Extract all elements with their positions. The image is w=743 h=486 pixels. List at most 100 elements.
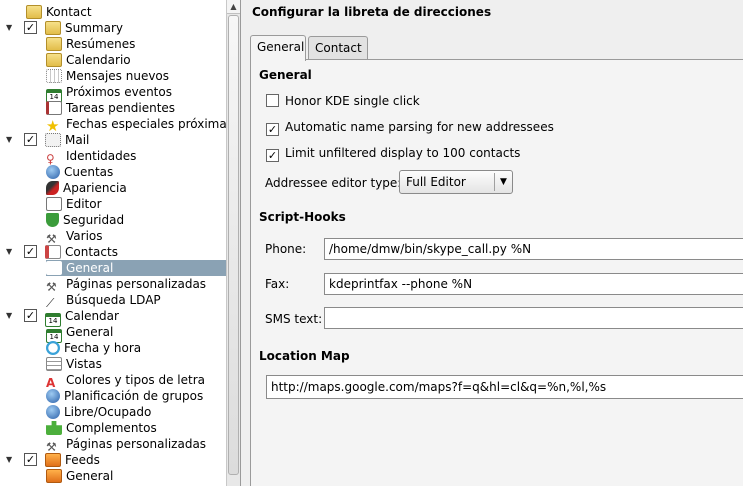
tree-item[interactable]: ⟋ Búsqueda LDAP [0,292,226,310]
tree-item[interactable]: Fecha y hora [0,340,226,356]
tree-item[interactable]: 14 Próximos eventos [0,84,226,103]
tree-item[interactable]: General [0,468,226,484]
tree-item-label: Kontact [46,5,92,19]
tree-item-label: Apariencia [63,181,127,195]
folder-icon [46,37,62,51]
tree-item-label: Seguridad [63,213,125,227]
module-enable-checkbox[interactable]: ✓ [24,309,37,322]
plugin-icon [46,421,62,435]
fax-hook-input[interactable]: kdeprintfax --phone %N [324,273,743,295]
tree-item[interactable]: Kontact [0,4,226,20]
tree-item[interactable]: General [0,260,226,276]
tree-item[interactable]: Apariencia [0,180,226,196]
tree-item[interactable]: Libre/Ocupado [0,404,226,420]
limit-display-option[interactable]: ✓ Limit unfiltered display to 100 contact… [266,144,520,162]
shield-icon [46,213,59,227]
editor-type-label: Addressee editor type: [265,176,402,190]
location-map-url-input[interactable]: http://maps.google.com/maps?f=q&hl=cl&q=… [266,375,743,399]
feed-icon [45,453,61,467]
tree-item[interactable]: ▼ ✓ Summary [0,20,226,36]
sms-hook-input[interactable] [324,307,743,329]
tree-item-label: Planificación de grupos [64,389,204,403]
expand-arrow-icon[interactable]: ▼ [6,132,16,148]
tree-item[interactable]: ♀ Identidades [0,148,226,166]
tree-item-label: Tareas pendientes [66,101,176,115]
sms-label: SMS text: [265,312,323,326]
limit-display-label: Limit unfiltered display to 100 contacts [285,146,521,160]
star-icon: ★ [46,117,60,135]
scroll-up-icon[interactable]: ▲ [227,0,240,14]
module-enable-checkbox[interactable]: ✓ [24,245,37,258]
tree-item[interactable]: Editor [0,196,226,212]
tree-item[interactable]: ▼ ✓ Contacts [0,244,226,260]
mail-icon [45,133,61,147]
auto-name-option[interactable]: ✓ Automatic name parsing for new addresse… [266,118,554,136]
tree-item[interactable]: Seguridad [0,212,226,228]
tree-item-label: Varios [66,229,103,243]
tree-item-label: Calendar [65,309,119,323]
edit-icon [46,197,62,211]
settings-tree[interactable]: Kontact ▼ ✓ Summary Resúmenes Calendario Mensa… [0,0,241,486]
script-hooks-heading: Script-Hooks [259,210,346,224]
tree-item[interactable]: ▼ ✓ 14 Calendar [0,308,226,327]
scroll-thumb[interactable] [228,15,239,475]
tree-item-label: Cuentas [64,165,114,179]
tree-item-label: Feeds [65,453,100,467]
tree-item-label: General [66,325,114,339]
tree-item[interactable]: Vistas [0,356,226,372]
tree-item[interactable]: Mensajes nuevos [0,68,226,84]
tree-item[interactable]: ▼ ✓ Mail [0,132,226,148]
phone-hook-input[interactable]: /home/dmw/bin/skype_call.py %N [324,238,743,260]
expand-arrow-icon[interactable]: ▼ [6,308,16,324]
tree-item[interactable]: 14 General [0,324,226,343]
module-enable-checkbox[interactable]: ✓ [24,133,37,146]
tree-item-label: General [66,261,114,275]
feed-icon [46,469,62,483]
limit-display-checkbox[interactable]: ✓ [266,149,279,162]
tree-item[interactable]: Complementos [0,420,226,436]
auto-name-checkbox[interactable]: ✓ [266,123,279,136]
tree-item[interactable]: ▼ ✓ Feeds [0,452,226,468]
tree-item[interactable]: Tareas pendientes [0,100,226,116]
editor-type-select[interactable]: Full Editor ▼ [399,170,513,194]
tree-item[interactable]: ⚒ Páginas personalizadas [0,276,226,294]
tree-item[interactable]: Cuentas [0,164,226,180]
tree-item[interactable]: Planificación de grupos [0,388,226,404]
tree-item[interactable]: A Colores y tipos de letra [0,372,226,390]
tree-item-label: Calendario [66,53,131,67]
expand-arrow-icon[interactable]: ▼ [6,452,16,468]
grid-icon [46,69,62,83]
tree-item-label: Resúmenes [66,37,136,51]
editor-type-value: Full Editor [406,175,466,189]
module-enable-checkbox[interactable]: ✓ [24,21,37,34]
tree-item-label: Colores y tipos de letra [66,373,206,387]
note-icon [46,101,62,115]
honor-kde-label: Honor KDE single click [285,94,420,108]
general-icon [46,261,62,275]
tree-item-label: Editor [66,197,102,211]
tree-item[interactable]: ⚒ Varios [0,228,226,246]
tree-item-label: Páginas personalizadas [66,277,207,291]
expand-arrow-icon[interactable]: ▼ [6,20,16,36]
tree-item-label: Fechas especiales próximas [66,117,233,131]
tree-item-label: Identidades [66,149,137,163]
tree-item[interactable]: Calendario [0,52,226,68]
expand-arrow-icon[interactable]: ▼ [6,244,16,260]
tree-item-label: Mail [65,133,90,147]
brush-icon [46,181,59,195]
tree-item[interactable]: ⚒ Páginas personalizadas [0,436,226,454]
tab-contact[interactable]: Contact [308,36,368,60]
honor-kde-checkbox[interactable] [266,94,279,107]
module-enable-checkbox[interactable]: ✓ [24,453,37,466]
tree-item-label: Fecha y hora [64,341,142,355]
tree-scrollbar[interactable]: ▲ [226,0,240,486]
tree-item[interactable]: Resúmenes [0,36,226,52]
folder-icon [26,5,42,19]
card-icon [45,245,61,259]
tree-item-label: Páginas personalizadas [66,437,207,451]
honor-kde-option[interactable]: Honor KDE single click [266,92,420,110]
tree-item-label: Vistas [66,357,102,371]
tree-item-label: Libre/Ocupado [64,405,152,419]
tab-general[interactable]: General [250,35,306,61]
tree-item[interactable]: ★ Fechas especiales próximas [0,116,233,135]
